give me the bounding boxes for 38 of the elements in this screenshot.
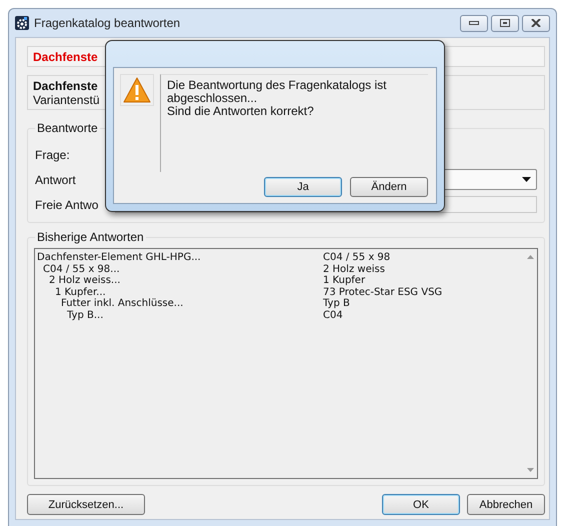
answer-text: 1 Kupfer <box>323 275 366 286</box>
field-label: Freie Antwo <box>35 198 100 212</box>
close-button[interactable] <box>522 14 550 32</box>
question-text: Futter inkl. Anschlüsse... <box>61 298 184 309</box>
header-text: Dachfenste <box>33 50 98 64</box>
warning-icon <box>123 77 151 103</box>
minimize-icon <box>469 20 479 26</box>
answer-text: C04 <box>323 310 343 321</box>
question-text: 1 Kupfer... <box>55 286 106 298</box>
info-subtitle: Variantenstü <box>33 93 100 107</box>
answer-text: Typ B <box>323 298 350 310</box>
message-text: abgeschlossen... <box>167 92 258 105</box>
answer-text: C04 / 55 x 98 <box>323 252 390 264</box>
field-label: Frage: <box>35 148 71 162</box>
info-title: Dachfenste <box>33 79 98 93</box>
close-icon <box>531 19 541 27</box>
message-text: Die Beantwortung des Fragenkatalogs ist <box>167 79 388 92</box>
question-text: Typ B... <box>67 310 104 320</box>
group-title: Beantworte <box>35 121 100 135</box>
question-text: C04 / 55 x 98... <box>43 264 120 274</box>
answer-text: 2 Holz weiss <box>323 264 385 275</box>
question-text: Dachfenster-Element GHL-HPG... <box>37 252 201 263</box>
dialog-button[interactable]: Ändern <box>350 177 428 197</box>
group-title: Bisherige Antworten <box>35 230 146 244</box>
dialog-button[interactable]: Abbrechen <box>467 494 545 515</box>
answer-text: 73 Protec-Star ESG VSG <box>323 286 442 298</box>
gear-icon <box>15 16 29 30</box>
dialog-button[interactable]: OK <box>382 494 460 515</box>
dialog-button[interactable]: Zurücksetzen... <box>27 494 145 515</box>
minimize-button[interactable] <box>460 14 488 32</box>
field-label: Antwort <box>35 172 77 186</box>
question-text: 2 Holz weiss... <box>49 275 120 286</box>
window-title: Fragenkatalog beantworten <box>34 16 180 30</box>
restore-icon <box>500 19 510 27</box>
maximize-button[interactable] <box>491 14 519 32</box>
caret-icon <box>522 177 531 182</box>
dialog-button[interactable]: Ja <box>264 177 342 197</box>
message-text: Sind die Antworten korrekt? <box>167 105 315 118</box>
